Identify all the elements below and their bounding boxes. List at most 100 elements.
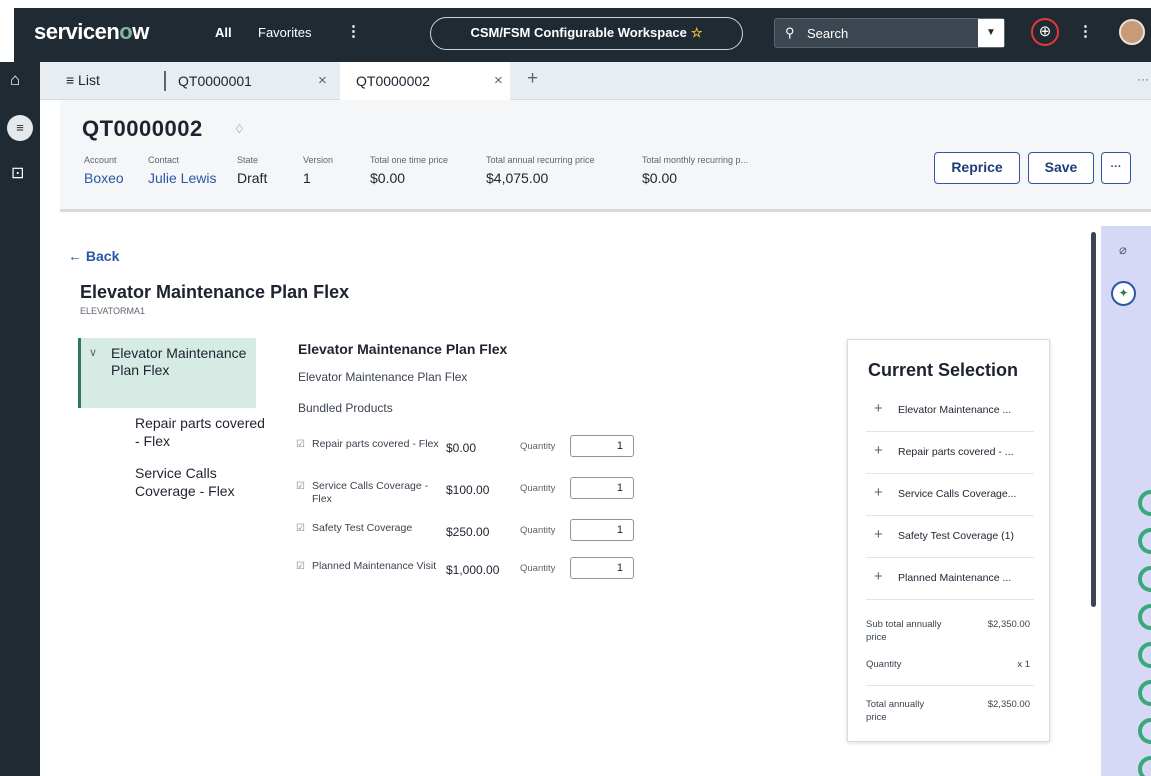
field-account: Account Boxeo bbox=[84, 155, 124, 186]
search-icon: ⚲ bbox=[785, 25, 795, 40]
tag-icon[interactable]: ♢ bbox=[234, 122, 245, 136]
panel-description: Elevator Maintenance Plan Flex bbox=[298, 370, 468, 384]
scrollbar-thumb[interactable] bbox=[1091, 232, 1096, 607]
panel-title: Elevator Maintenance Plan Flex bbox=[298, 341, 508, 357]
contact-link[interactable]: Julie Lewis bbox=[148, 170, 216, 186]
checkbox[interactable]: ☑ bbox=[296, 523, 305, 534]
overflow-menu-icon[interactable]: ⋮ bbox=[1078, 22, 1093, 40]
expand-plus-icon[interactable]: + bbox=[874, 442, 883, 459]
field-contact: Contact Julie Lewis bbox=[148, 155, 217, 186]
close-icon[interactable]: × bbox=[494, 62, 503, 100]
quantity-input[interactable]: 1 bbox=[570, 477, 634, 499]
quantity-label: Quantity bbox=[520, 563, 556, 574]
tab-overflow-icon[interactable]: ··· bbox=[1137, 72, 1149, 86]
quantity-input[interactable]: 1 bbox=[570, 435, 634, 457]
checkbox[interactable]: ☑ bbox=[296, 481, 305, 492]
quantity-input[interactable]: 1 bbox=[570, 519, 634, 541]
expand-plus-icon[interactable]: + bbox=[874, 526, 883, 543]
tree-item-label: Elevator Maintenance Plan Flex bbox=[111, 345, 247, 378]
selection-item[interactable]: + Safety Test Coverage (1) bbox=[866, 516, 1034, 558]
search-input[interactable]: Search bbox=[807, 26, 848, 41]
bundled-product-row: ☑ Repair parts covered - Flex $0.00 Quan… bbox=[296, 435, 636, 473]
field-state: State Draft bbox=[237, 155, 268, 186]
workspace-selector[interactable]: CSM/FSM Configurable Workspace ☆ bbox=[430, 17, 743, 50]
subtotal-value: $2,350.00 bbox=[987, 619, 1030, 630]
product-title: Elevator Maintenance Plan Flex bbox=[80, 282, 350, 302]
quantity-label: Quantity bbox=[520, 483, 556, 494]
reprice-button[interactable]: Reprice bbox=[934, 152, 1020, 184]
content-scrollbar[interactable] bbox=[1089, 232, 1099, 776]
selection-item[interactable]: + Planned Maintenance ... bbox=[866, 558, 1034, 600]
globe-icon[interactable]: ⊕ bbox=[1031, 18, 1059, 46]
current-selection-card: Current Selection + Elevator Maintenance… bbox=[847, 339, 1050, 742]
tab-list[interactable]: ≡ List bbox=[66, 72, 100, 88]
bundled-products-heading: Bundled Products bbox=[298, 401, 393, 415]
search-scope-dropdown-icon[interactable]: ▼ bbox=[978, 19, 1004, 47]
tree-item-root[interactable]: ∨ Elevator Maintenance Plan Flex bbox=[78, 338, 256, 408]
expand-plus-icon[interactable]: + bbox=[874, 568, 883, 585]
current-selection-title: Current Selection bbox=[868, 360, 1019, 380]
decorative-rings bbox=[1138, 490, 1151, 776]
list-icon[interactable]: ≡ bbox=[7, 115, 33, 141]
left-rail: ⌂ ≡ ⊡ bbox=[0, 62, 40, 776]
total-value: $2,350.00 bbox=[987, 699, 1030, 710]
nav-more-icon[interactable]: ⋮ bbox=[346, 22, 361, 40]
quantity-label: Quantity bbox=[520, 441, 556, 452]
tab-qt0000001[interactable]: QT0000001 × bbox=[178, 62, 338, 100]
tree-item-repair-parts[interactable]: Repair parts covered - Flex bbox=[135, 414, 265, 450]
save-button[interactable]: Save bbox=[1028, 152, 1094, 184]
bundled-product-name: Planned Maintenance Visit bbox=[312, 560, 437, 572]
tab-qt0000002[interactable]: QT0000002 × bbox=[340, 62, 510, 100]
field-total-annual-recurring-price: Total annual recurring price $4,075.00 bbox=[486, 155, 595, 186]
bundled-product-price: $1,000.00 bbox=[446, 563, 500, 577]
expand-plus-icon[interactable]: + bbox=[874, 400, 883, 417]
nav-all-menu[interactable]: All bbox=[215, 25, 232, 40]
assist-icon[interactable]: ✦ bbox=[1111, 281, 1136, 306]
servicenow-logo[interactable]: servicenow bbox=[34, 19, 149, 45]
tab-bar: ≡ List QT0000001 × QT0000002 × + ··· bbox=[40, 62, 1151, 100]
bundled-product-price: $0.00 bbox=[446, 441, 477, 455]
home-icon[interactable]: ⌂ bbox=[10, 70, 20, 90]
tree-item-service-calls[interactable]: Service Calls Coverage - Flex bbox=[135, 464, 265, 500]
field-version: Version 1 bbox=[303, 155, 334, 186]
quantity-value: x 1 bbox=[1017, 659, 1030, 670]
checkbox[interactable]: ☑ bbox=[296, 561, 305, 572]
selection-item[interactable]: + Service Calls Coverage... bbox=[866, 474, 1034, 516]
bundled-product-name: Service Calls Coverage - Flex bbox=[312, 480, 429, 505]
quantity-label: Quantity bbox=[866, 659, 902, 670]
quantity-label: Quantity bbox=[520, 525, 556, 536]
divider bbox=[866, 685, 1034, 686]
add-tab-icon[interactable]: + bbox=[527, 68, 538, 90]
subtotal-label: Sub total annually price bbox=[866, 619, 942, 643]
subtotal-row: Sub total annually price $2,350.00 bbox=[866, 618, 1034, 644]
top-navigation: servicenow All Favorites ⋮ CSM/FSM Confi… bbox=[0, 0, 1151, 62]
tab-divider bbox=[164, 71, 166, 91]
tab-label: QT0000001 bbox=[178, 73, 252, 89]
account-link[interactable]: Boxeo bbox=[84, 170, 124, 186]
favorite-star-icon[interactable]: ☆ bbox=[691, 25, 703, 40]
top-navigation-bar: servicenow All Favorites ⋮ CSM/FSM Confi… bbox=[14, 8, 1151, 62]
bundled-product-name: Safety Test Coverage bbox=[312, 522, 413, 534]
checkbox[interactable]: ☑ bbox=[296, 439, 305, 450]
product-code: ELEVATORMA1 bbox=[80, 306, 146, 316]
bundled-product-name: Repair parts covered - Flex bbox=[312, 438, 439, 450]
workspace-label: CSM/FSM Configurable Workspace bbox=[470, 25, 687, 40]
inbox-icon[interactable]: ⊡ bbox=[11, 163, 24, 183]
selection-item[interactable]: + Repair parts covered - ... bbox=[866, 432, 1034, 474]
expand-plus-icon[interactable]: + bbox=[874, 484, 883, 501]
global-search[interactable]: ⚲ Search ▼ bbox=[774, 18, 1005, 48]
attachment-clip-icon[interactable]: ⌀ bbox=[1119, 242, 1127, 258]
user-avatar[interactable] bbox=[1119, 19, 1145, 45]
quantity-row: Quantity x 1 bbox=[866, 658, 1034, 671]
selection-item[interactable]: + Elevator Maintenance ... bbox=[866, 390, 1034, 432]
back-link[interactable]: ← Back bbox=[68, 248, 119, 264]
chevron-down-icon[interactable]: ∨ bbox=[89, 346, 97, 359]
bundled-product-row: ☑ Service Calls Coverage - Flex $100.00 … bbox=[296, 477, 636, 515]
quantity-input[interactable]: 1 bbox=[570, 557, 634, 579]
nav-favorites-menu[interactable]: Favorites bbox=[258, 25, 311, 40]
close-icon[interactable]: × bbox=[318, 62, 327, 100]
total-row: Total annually price $2,350.00 bbox=[866, 698, 1034, 724]
total-label: Total annually price bbox=[866, 699, 925, 723]
more-actions-button[interactable]: ··· bbox=[1101, 152, 1131, 184]
bundled-product-price: $100.00 bbox=[446, 483, 490, 497]
